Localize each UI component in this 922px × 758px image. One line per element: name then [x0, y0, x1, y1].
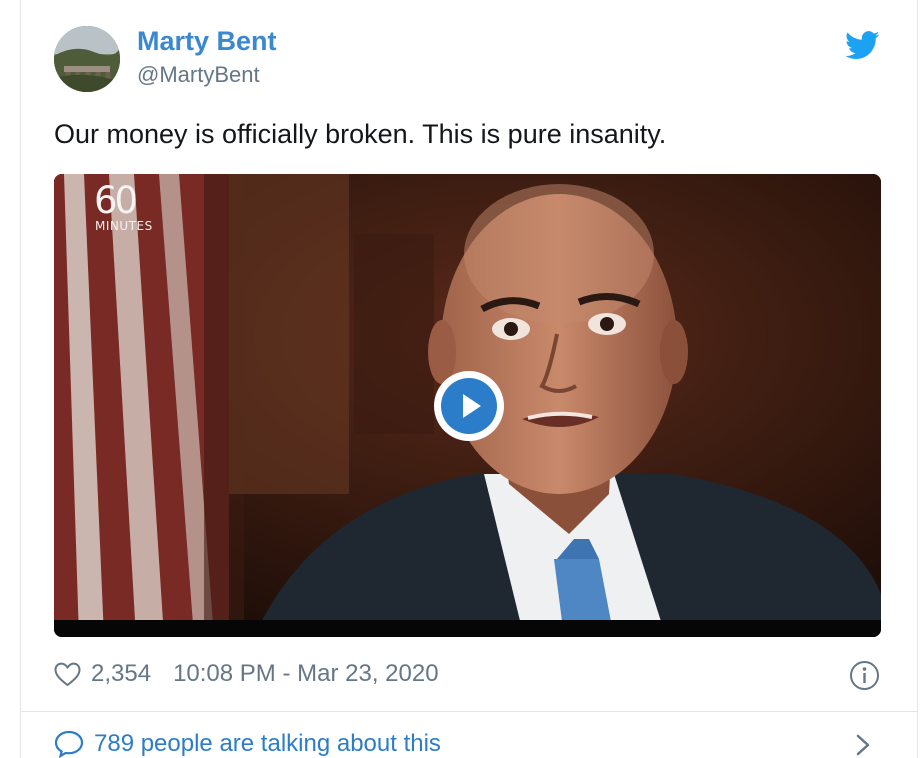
video-player[interactable]: 60 MINUTES [54, 174, 881, 637]
speech-bubble-icon [54, 730, 84, 758]
divider [21, 711, 917, 712]
tweet-timestamp[interactable]: 10:08 PM - Mar 23, 2020 [173, 660, 438, 688]
display-name[interactable]: Marty Bent [137, 26, 277, 57]
play-icon [463, 394, 481, 418]
video-progress-bar [54, 620, 881, 637]
conversation-link[interactable]: 789 people are talking about this [54, 730, 441, 758]
twitter-bird-icon[interactable] [845, 31, 880, 60]
tweet-meta: 2,354 10:08 PM - Mar 23, 2020 [54, 660, 439, 688]
user-handle[interactable]: @MartyBent [137, 62, 260, 88]
chevron-right-icon[interactable] [853, 733, 873, 757]
play-button[interactable] [434, 371, 504, 441]
tweet-text: Our money is officially broken. This is … [54, 119, 667, 149]
60-minutes-logo: 60 MINUTES [94, 179, 153, 233]
info-icon[interactable] [849, 660, 880, 691]
heart-icon[interactable] [54, 662, 81, 687]
avatar[interactable] [54, 26, 120, 92]
conversation-label: 789 people are talking about this [94, 730, 441, 757]
tweet-card: Marty Bent @MartyBent Our money is offic… [20, 0, 918, 758]
like-count[interactable]: 2,354 [91, 660, 151, 688]
